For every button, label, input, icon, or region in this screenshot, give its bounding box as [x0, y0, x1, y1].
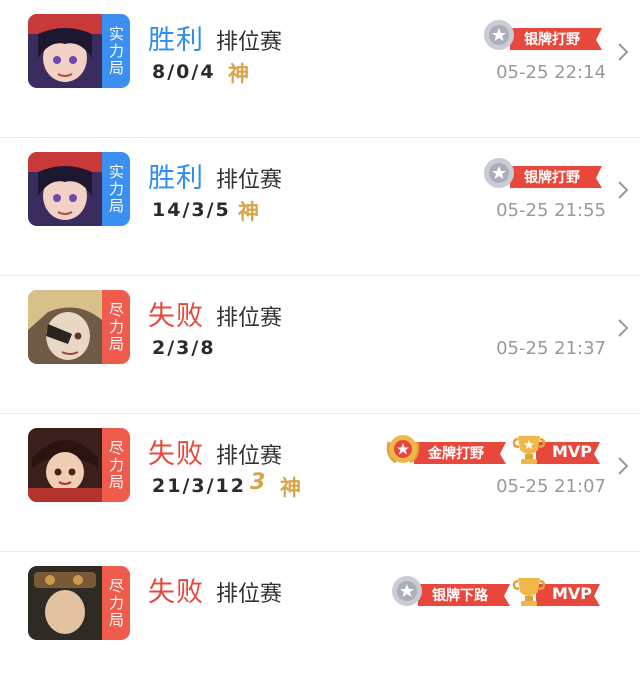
match-time: 05-25 22:14 [496, 62, 606, 83]
silver-jungle-badge: 银牌打野 [482, 156, 606, 190]
mode-tag: 尽力局 [102, 566, 130, 640]
match-type: 排位赛 [216, 30, 283, 55]
mvp-badge: MVP [512, 432, 604, 466]
hero-avatar: 尽力局 [28, 428, 130, 502]
match-result: 失败 [148, 439, 204, 470]
hero-avatar: 尽力局 [28, 566, 130, 640]
kda-score: 8/0/4 [152, 61, 216, 83]
chevron-right-icon[interactable] [616, 454, 630, 478]
match-result: 失败 [148, 301, 204, 332]
match-row[interactable]: 实力局 胜利 排位赛 14/3/5 神 银牌打野 05-25 21:55 [0, 138, 640, 276]
hero-portrait-icon [28, 566, 102, 640]
kda-score: 14/3/5 [152, 199, 231, 221]
mode-tag: 尽力局 [102, 290, 130, 364]
match-type: 排位赛 [216, 168, 283, 193]
match-row[interactable]: 尽力局 失败 排位赛 银牌下路 MVP [0, 552, 640, 690]
mode-tag: 实力局 [102, 14, 130, 88]
kda-score: 2/3/8 [152, 337, 216, 359]
badge-label: 银牌下路 [432, 588, 488, 604]
match-time: 05-25 21:55 [496, 200, 606, 221]
god-tag: 神 [280, 476, 301, 500]
match-result: 胜利 [148, 25, 204, 56]
hero-avatar: 尽力局 [28, 290, 130, 364]
hero-avatar: 实力局 [28, 14, 130, 88]
silver-jungle-badge: 银牌打野 [482, 18, 606, 52]
hero-avatar: 实力局 [28, 152, 130, 226]
kda-score: 21/3/12 [152, 475, 246, 497]
match-type: 排位赛 [216, 444, 283, 469]
triple-kill-tag: 3 [250, 470, 266, 495]
match-result: 胜利 [148, 163, 204, 194]
match-row[interactable]: 尽力局 失败 排位赛 2/3/8 05-25 21:37 [0, 276, 640, 414]
silver-bottom-badge: 银牌下路 [390, 574, 514, 608]
mvp-badge: MVP [512, 574, 604, 608]
chevron-right-icon[interactable] [616, 316, 630, 340]
badge-label: 银牌打野 [524, 32, 580, 48]
mode-tag: 实力局 [102, 152, 130, 226]
match-type: 排位赛 [216, 582, 283, 607]
match-time: 05-25 21:37 [496, 338, 606, 359]
match-time: 05-25 21:07 [496, 476, 606, 497]
hero-portrait-icon [28, 14, 102, 88]
match-row[interactable]: 尽力局 失败 排位赛 21/3/12 3 神 金牌打野 MVP 05-25 21… [0, 414, 640, 552]
god-tag: 神 [228, 62, 249, 86]
match-type: 排位赛 [216, 306, 283, 331]
badge-label: 金牌打野 [428, 446, 484, 462]
hero-portrait-icon [28, 290, 102, 364]
god-tag: 神 [238, 200, 259, 224]
match-row[interactable]: 实力局 胜利 排位赛 8/0/4 神 银牌打野 05-25 22:14 [0, 0, 640, 138]
match-result: 失败 [148, 577, 204, 608]
hero-portrait-icon [28, 428, 102, 502]
badge-label: 银牌打野 [524, 170, 580, 186]
hero-portrait-icon [28, 152, 102, 226]
mode-tag: 尽力局 [102, 428, 130, 502]
chevron-right-icon[interactable] [616, 178, 630, 202]
mvp-label: MVP [552, 442, 593, 461]
gold-jungle-badge: 金牌打野 [386, 432, 510, 466]
chevron-right-icon[interactable] [616, 40, 630, 64]
mvp-label: MVP [552, 584, 593, 603]
